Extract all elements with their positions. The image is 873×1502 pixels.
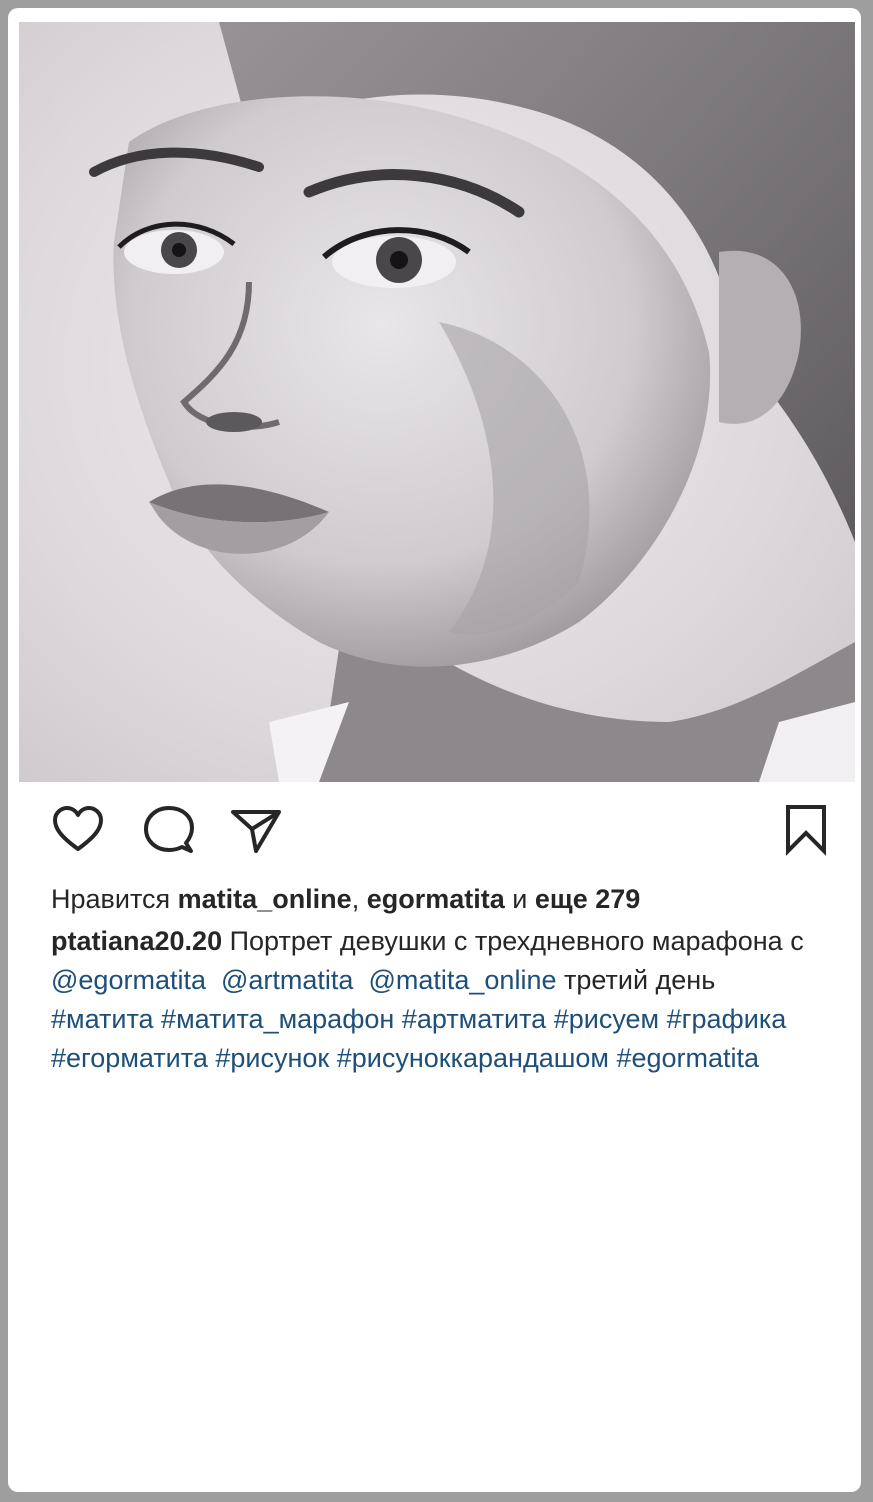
caption-username[interactable]: ptatiana20.20 [51, 926, 222, 956]
hashtag-link[interactable]: #графика [667, 1004, 787, 1034]
comment-icon [144, 806, 194, 853]
more-likes-link[interactable]: еще 279 [535, 884, 640, 914]
hashtag-link[interactable]: #артматита [402, 1004, 546, 1034]
hashtag-link[interactable]: #егорматита [51, 1043, 208, 1073]
hashtag-link[interactable]: #рисунок [215, 1043, 329, 1073]
hashtag-link[interactable]: #egormatita [616, 1043, 759, 1073]
hashtag-link[interactable]: #рисуем [554, 1004, 659, 1034]
mention-link[interactable]: @artmatita [221, 965, 353, 995]
hashtag-link[interactable]: #матита_марафон [161, 1004, 394, 1034]
share-button[interactable] [228, 803, 284, 859]
post-caption: ptatiana20.20 Портрет девушки с трехднев… [51, 922, 831, 1078]
portrait-drawing [19, 22, 855, 782]
liker-link[interactable]: egormatita [367, 884, 505, 914]
post-card: Нравится matita_online, egormatita и еще… [8, 8, 861, 1492]
send-icon [231, 810, 281, 853]
mention-link[interactable]: @egormatita [51, 965, 206, 995]
mention-link[interactable]: @matita_online [368, 965, 556, 995]
comment-button[interactable] [140, 803, 196, 859]
post-actions-bar [50, 803, 826, 859]
liker-link[interactable]: matita_online [178, 884, 352, 914]
caption-text: Портрет девушки с трехдневного марафона … [229, 926, 804, 956]
hashtag-link[interactable]: #матита [51, 1004, 154, 1034]
likes-summary: Нравится matita_online, egormatita и еще… [51, 880, 831, 918]
caption-text: третий день [564, 965, 716, 995]
heart-icon [53, 806, 103, 851]
save-button[interactable] [778, 803, 834, 859]
like-button[interactable] [50, 803, 106, 859]
likes-and: и [512, 884, 528, 914]
hashtag-link[interactable]: #рисуноккарандашом [337, 1043, 609, 1073]
likes-prefix: Нравится [51, 884, 171, 914]
bookmark-icon [786, 805, 826, 856]
post-image[interactable] [19, 22, 855, 782]
likes-separator: , [351, 884, 360, 914]
